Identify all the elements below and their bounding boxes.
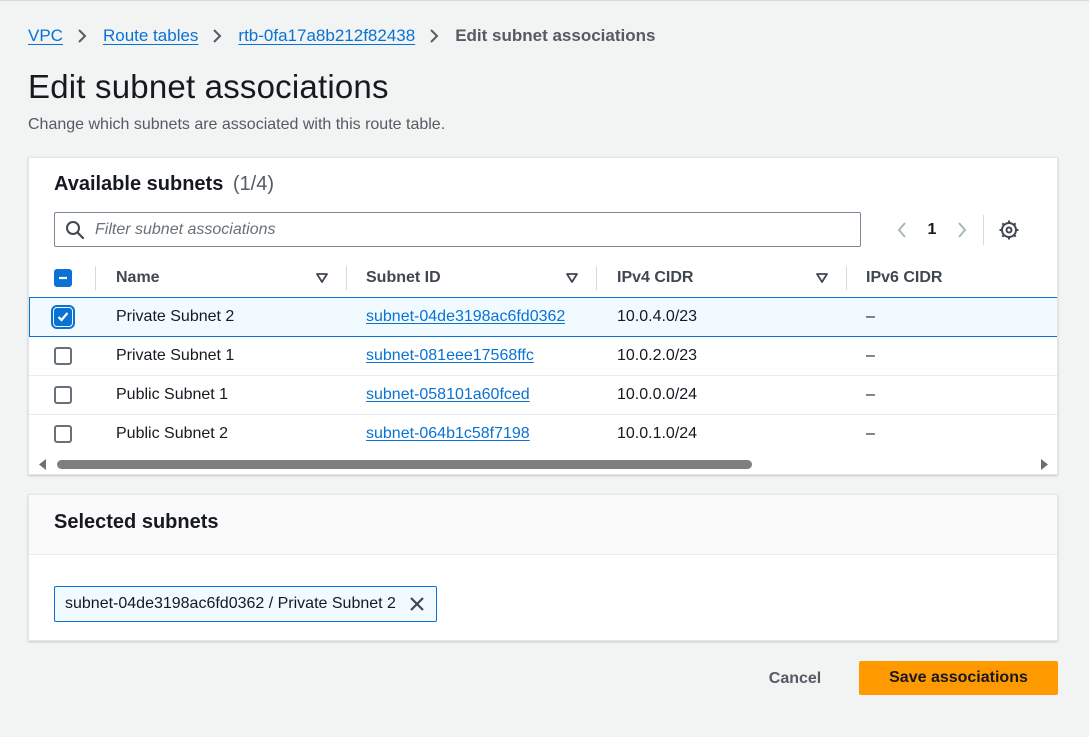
check-icon	[57, 312, 69, 322]
top-border	[0, 0, 1089, 1]
column-divider[interactable]	[596, 266, 597, 290]
cell-ipv6-cidr: –	[866, 347, 875, 364]
scrollbar-thumb[interactable]	[57, 460, 752, 469]
pagination: 1	[889, 215, 1022, 245]
column-divider[interactable]	[846, 266, 847, 290]
selected-subnets-title: Selected subnets	[54, 511, 219, 533]
previous-page-button[interactable]	[889, 215, 915, 245]
cell-ipv4-cidr: 10.0.1.0/24	[617, 425, 698, 442]
cell-name: Private Subnet 1	[116, 347, 235, 364]
sort-down-icon[interactable]	[315, 272, 329, 284]
column-divider[interactable]	[346, 266, 347, 290]
scroll-left-arrow-icon[interactable]	[38, 459, 48, 470]
horizontal-scrollbar[interactable]	[29, 455, 1057, 474]
chevron-left-icon	[897, 222, 906, 238]
column-header-subnet-id[interactable]: Subnet ID	[366, 258, 441, 298]
search-icon	[66, 220, 85, 239]
table-row[interactable]: Private Subnet 2 subnet-04de3198ac6fd036…	[29, 297, 1057, 337]
cell-name: Private Subnet 2	[116, 308, 235, 325]
row-checkbox[interactable]	[54, 386, 72, 404]
cell-ipv6-cidr: –	[866, 386, 875, 403]
subnet-id-link[interactable]: subnet-058101a60fced	[366, 386, 530, 404]
column-header-name[interactable]: Name	[116, 258, 160, 298]
selected-subnets-header: Selected subnets	[29, 495, 1057, 555]
cell-ipv4-cidr: 10.0.4.0/23	[617, 308, 698, 325]
selection-count: (1/4)	[232, 173, 275, 195]
breadcrumb-vpc[interactable]: VPC	[28, 26, 63, 46]
cell-ipv4-cidr: 10.0.0.0/24	[617, 386, 698, 403]
table-row[interactable]: Public Subnet 1 subnet-058101a60fced 10.…	[29, 376, 1057, 415]
cell-name: Public Subnet 1	[116, 386, 229, 403]
subnet-id-link[interactable]: subnet-064b1c58f7198	[366, 425, 530, 443]
page-number[interactable]: 1	[915, 221, 949, 239]
divider	[983, 215, 984, 245]
cancel-button[interactable]: Cancel	[754, 663, 836, 695]
table-header: Name Subnet ID IPv4 CIDR IPv6 CIDR	[29, 258, 1057, 298]
cell-name: Public Subnet 2	[116, 425, 229, 442]
sort-down-icon[interactable]	[565, 272, 579, 284]
chevron-right-icon	[415, 24, 455, 48]
row-checkbox[interactable]	[54, 425, 72, 443]
close-icon	[410, 597, 424, 611]
row-checkbox[interactable]	[51, 305, 75, 329]
scroll-right-arrow-icon[interactable]	[1039, 459, 1049, 470]
available-subnets-title: Available subnets	[54, 173, 224, 195]
save-associations-button[interactable]: Save associations	[859, 661, 1058, 695]
breadcrumb-current: Edit subnet associations	[455, 26, 656, 45]
table-row[interactable]: Public Subnet 2 subnet-064b1c58f7198 10.…	[29, 415, 1057, 454]
filter-box	[54, 212, 861, 247]
subnet-id-link[interactable]: subnet-04de3198ac6fd0362	[366, 308, 565, 326]
table-row[interactable]: Private Subnet 1 subnet-081eee17568ffc 1…	[29, 337, 1057, 376]
breadcrumb-route-table-id[interactable]: rtb-0fa17a8b212f82438	[238, 26, 415, 46]
chevron-right-icon	[958, 222, 967, 238]
available-subnets-header: Available subnets (1/4)	[54, 173, 274, 196]
chevron-right-icon	[198, 24, 238, 48]
breadcrumb-route-tables[interactable]: Route tables	[103, 26, 198, 46]
gear-icon	[999, 220, 1019, 240]
cell-ipv4-cidr: 10.0.2.0/23	[617, 347, 698, 364]
available-subnets-panel: Available subnets (1/4) 1	[28, 157, 1058, 475]
preferences-button[interactable]	[996, 215, 1022, 245]
select-all-checkbox[interactable]	[54, 269, 72, 287]
page-title: Edit subnet associations	[28, 68, 389, 105]
breadcrumb: VPC Route tables rtb-0fa17a8b212f82438 E…	[28, 24, 655, 48]
cell-ipv6-cidr: –	[866, 308, 875, 325]
cell-ipv6-cidr: –	[866, 425, 875, 442]
chevron-right-icon	[63, 24, 103, 48]
next-page-button[interactable]	[949, 215, 975, 245]
column-divider	[95, 266, 96, 290]
selected-subnets-panel: Selected subnets subnet-04de3198ac6fd036…	[28, 494, 1058, 641]
subnet-id-link[interactable]: subnet-081eee17568ffc	[366, 347, 534, 365]
filter-input[interactable]	[95, 220, 835, 239]
column-header-ipv6-cidr[interactable]: IPv6 CIDR	[866, 258, 942, 298]
row-checkbox[interactable]	[54, 347, 72, 365]
column-header-ipv4-cidr[interactable]: IPv4 CIDR	[617, 258, 693, 298]
remove-token-button[interactable]	[406, 593, 428, 615]
subnets-table: Name Subnet ID IPv4 CIDR IPv6 CIDR Priva…	[29, 258, 1057, 454]
selected-subnet-token: subnet-04de3198ac6fd0362 / Private Subne…	[54, 586, 437, 622]
page-description: Change which subnets are associated with…	[28, 116, 446, 133]
minus-icon	[59, 276, 67, 280]
sort-down-icon[interactable]	[815, 272, 829, 284]
token-label: subnet-04de3198ac6fd0362 / Private Subne…	[65, 595, 396, 612]
